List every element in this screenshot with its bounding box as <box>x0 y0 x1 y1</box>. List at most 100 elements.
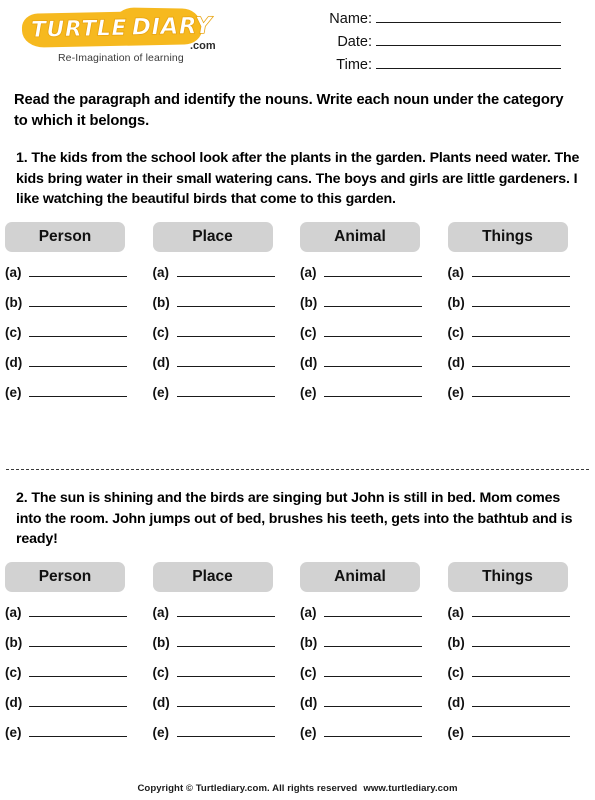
footer-copyright: Copyright © Turtlediary.com. All rights … <box>137 783 358 794</box>
category-box-things-1[interactable]: Things <box>447 221 568 252</box>
answer-label-e: (e) <box>447 724 465 740</box>
answer-blank-things-b-1[interactable] <box>471 293 570 307</box>
answer-blank-things-e-1[interactable] <box>471 383 570 397</box>
answer-label-a: (a) <box>152 264 170 280</box>
answer-label-a: (a) <box>152 604 170 620</box>
answer-label-e: (e) <box>300 384 317 400</box>
answer-blank-things-b-2[interactable] <box>471 633 570 647</box>
answer-blank-place-a-1[interactable] <box>176 263 275 277</box>
exercise-section-2: 2. The sun is shining and the birds are … <box>0 488 595 753</box>
answer-row-d-1: (d) (d) (d) (d) <box>5 353 590 383</box>
category-cell-person-1: Person <box>5 221 148 252</box>
logo-dotcom: .com <box>190 40 216 52</box>
answer-blank-place-c-1[interactable] <box>176 323 275 337</box>
answer-blank-animal-e-2[interactable] <box>324 723 422 737</box>
category-box-place-2[interactable]: Place <box>152 561 273 592</box>
answer-cell-animal-c-1: (c) <box>300 323 443 340</box>
answer-blank-place-c-2[interactable] <box>176 663 275 677</box>
date-input-line[interactable] <box>376 31 561 46</box>
footer-website[interactable]: www.turtlediary.com <box>363 783 457 794</box>
answer-blank-person-e-2[interactable] <box>29 723 127 737</box>
answer-label-a: (a) <box>5 264 22 280</box>
answer-blank-animal-b-2[interactable] <box>324 633 422 647</box>
category-cell-place-1: Place <box>152 221 296 252</box>
answer-blank-things-a-1[interactable] <box>471 263 570 277</box>
answer-label-a: (a) <box>5 604 22 620</box>
answer-label-d: (d) <box>152 354 170 370</box>
answer-grid-2: (a) (a) (a) (a) (b) (b) (b) (b) (c) (c) … <box>0 603 595 753</box>
answer-blank-person-c-2[interactable] <box>29 663 127 677</box>
answer-blank-place-e-1[interactable] <box>176 383 275 397</box>
answer-cell-place-e-1: (e) <box>153 383 296 400</box>
answer-cell-things-b-1: (b) <box>448 293 591 310</box>
logo-tagline: Re-Imagination of learning <box>58 52 184 64</box>
answer-blank-animal-d-2[interactable] <box>324 693 422 707</box>
answer-label-a: (a) <box>300 264 317 280</box>
answer-blank-person-b-1[interactable] <box>29 293 127 307</box>
answer-blank-animal-a-1[interactable] <box>324 263 422 277</box>
answer-blank-person-c-1[interactable] <box>29 323 127 337</box>
answer-label-d: (d) <box>5 354 23 370</box>
category-box-person-2[interactable]: Person <box>5 561 125 592</box>
turtle-diary-logo[interactable]: TURTLE DIARY .com Re-Imagination of learn… <box>21 10 227 66</box>
name-input-line[interactable] <box>376 8 561 23</box>
answer-blank-animal-a-2[interactable] <box>324 603 422 617</box>
answer-blank-animal-c-2[interactable] <box>324 663 422 677</box>
answer-cell-person-b-2: (b) <box>5 633 148 650</box>
answer-label-c: (c) <box>5 664 22 680</box>
answer-blank-person-a-2[interactable] <box>29 603 127 617</box>
time-field-row: Time: <box>291 54 561 77</box>
answer-cell-animal-a-2: (a) <box>300 603 443 620</box>
answer-blank-person-d-1[interactable] <box>29 353 127 367</box>
category-box-things-2[interactable]: Things <box>447 561 568 592</box>
time-input-line[interactable] <box>376 54 561 69</box>
answer-blank-place-d-2[interactable] <box>176 693 275 707</box>
answer-cell-person-c-1: (c) <box>5 323 148 340</box>
student-info-fields: Name: Date: Time: <box>291 8 561 77</box>
answer-blank-things-d-1[interactable] <box>471 353 570 367</box>
answer-cell-place-a-1: (a) <box>153 263 296 280</box>
answer-cell-animal-b-2: (b) <box>300 633 443 650</box>
answer-blank-person-e-1[interactable] <box>29 383 127 397</box>
paragraph-2-text: 2. The sun is shining and the birds are … <box>16 490 573 548</box>
answer-blank-things-c-1[interactable] <box>471 323 570 337</box>
answer-blank-person-b-2[interactable] <box>29 633 127 647</box>
answer-cell-things-c-2: (c) <box>448 663 591 680</box>
answer-cell-person-a-1: (a) <box>5 263 148 280</box>
category-cell-place-2: Place <box>152 561 296 592</box>
answer-blank-place-a-2[interactable] <box>176 603 275 617</box>
answer-row-e-1: (e) (e) (e) (e) <box>5 383 590 413</box>
answer-blank-person-a-1[interactable] <box>29 263 127 277</box>
answer-blank-place-e-2[interactable] <box>176 723 275 737</box>
answer-blank-place-b-1[interactable] <box>176 293 275 307</box>
answer-blank-place-d-1[interactable] <box>176 353 275 367</box>
answer-blank-things-a-2[interactable] <box>471 603 570 617</box>
answer-blank-person-d-2[interactable] <box>29 693 127 707</box>
category-cell-things-1: Things <box>447 221 591 252</box>
category-box-animal-1[interactable]: Animal <box>300 221 420 252</box>
answer-label-a: (a) <box>300 604 317 620</box>
answer-cell-person-a-2: (a) <box>5 603 148 620</box>
answer-label-d: (d) <box>447 354 465 370</box>
answer-blank-things-c-2[interactable] <box>471 663 570 677</box>
category-box-person-1[interactable]: Person <box>5 221 125 252</box>
answer-blank-animal-d-1[interactable] <box>324 353 422 367</box>
answer-label-c: (c) <box>152 664 170 680</box>
answer-label-b: (b) <box>447 634 465 650</box>
answer-blank-animal-c-1[interactable] <box>324 323 422 337</box>
time-field-label: Time: <box>336 57 372 73</box>
answer-blank-animal-b-1[interactable] <box>324 293 422 307</box>
answer-blank-place-b-2[interactable] <box>176 633 275 647</box>
answer-row-c-2: (c) (c) (c) (c) <box>5 663 590 693</box>
answer-label-d: (d) <box>5 694 23 710</box>
answer-blank-animal-e-1[interactable] <box>324 383 422 397</box>
answer-label-e: (e) <box>5 724 22 740</box>
answer-label-b: (b) <box>300 634 318 650</box>
answer-blank-things-e-2[interactable] <box>471 723 570 737</box>
answer-cell-things-e-2: (e) <box>448 723 591 740</box>
category-box-animal-2[interactable]: Animal <box>300 561 420 592</box>
answer-row-a-2: (a) (a) (a) (a) <box>5 603 590 633</box>
answer-label-b: (b) <box>152 294 170 310</box>
answer-blank-things-d-2[interactable] <box>471 693 570 707</box>
category-box-place-1[interactable]: Place <box>152 221 273 252</box>
